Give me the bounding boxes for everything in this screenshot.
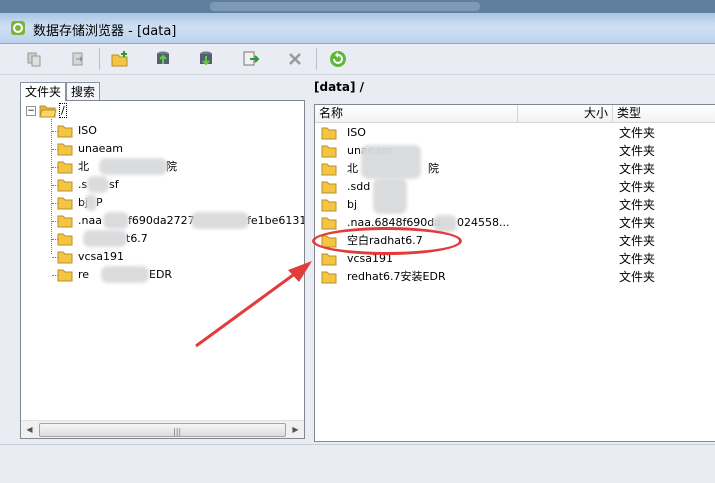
delete-button[interactable] xyxy=(283,47,307,71)
scroll-thumb[interactable]: ||| xyxy=(39,423,286,437)
window-title: 数据存储浏览器 - [data] xyxy=(33,24,177,39)
folder-icon xyxy=(57,197,73,210)
move-file-icon xyxy=(72,52,83,66)
copy-icon xyxy=(27,52,41,67)
folder-icon xyxy=(321,145,337,158)
tree-root-label: / xyxy=(59,103,67,118)
register-vm-button[interactable] xyxy=(239,47,263,71)
tab-folders[interactable]: 文件夹 xyxy=(20,82,67,101)
toolbar-separator xyxy=(316,48,317,70)
tree-connector xyxy=(51,119,52,254)
upload-button[interactable] xyxy=(151,47,175,71)
blurred-region xyxy=(83,230,127,247)
title-bar[interactable]: 数据存储浏览器 - [data] xyxy=(0,13,715,44)
folder-icon xyxy=(57,269,73,282)
current-path: [data] / xyxy=(314,80,365,94)
collapse-toggle[interactable]: − xyxy=(26,106,36,116)
tab-search[interactable]: 搜索 xyxy=(66,82,101,101)
blurred-region xyxy=(433,215,457,232)
folder-icon xyxy=(321,217,337,230)
datastore-icon xyxy=(11,21,25,35)
folder-icon xyxy=(321,127,337,140)
open-folder-icon xyxy=(39,105,57,118)
refresh-button[interactable] xyxy=(326,47,350,71)
folder-icon xyxy=(57,143,73,156)
blurred-region xyxy=(361,145,421,179)
download-button[interactable] xyxy=(194,47,218,71)
folder-icon xyxy=(321,163,337,176)
column-header-name[interactable]: 名称 xyxy=(315,105,518,122)
column-header-type[interactable]: 类型 xyxy=(613,105,715,122)
folder-icon xyxy=(57,179,73,192)
scroll-right-icon[interactable]: ▶ xyxy=(287,421,304,438)
blurred-region xyxy=(87,176,109,193)
folder-icon xyxy=(321,181,337,194)
table-row[interactable]: ISO 文件夹 xyxy=(315,124,715,142)
folder-icon xyxy=(57,215,73,228)
status-bar xyxy=(0,444,715,483)
table-row[interactable]: redhat6.7安装EDR 文件夹 xyxy=(315,268,715,286)
upload-icon xyxy=(157,51,169,64)
scroll-left-icon[interactable]: ◀ xyxy=(21,421,38,438)
toolbar-separator xyxy=(99,48,100,70)
horizontal-scrollbar[interactable]: ◀ ||| ▶ xyxy=(21,420,304,438)
blurred-region xyxy=(101,266,149,283)
list-header: 名称 大小 类型 xyxy=(315,105,715,123)
folder-icon xyxy=(57,125,73,138)
refresh-icon xyxy=(330,51,346,67)
folder-icon xyxy=(321,199,337,212)
download-icon xyxy=(200,51,212,66)
blurred-region xyxy=(99,158,167,175)
file-list[interactable]: 名称 大小 类型 ISO 文件夹 unaeam 文件夹 北 院 文件夹 .sdd… xyxy=(314,104,715,442)
blurred-region xyxy=(191,212,249,229)
folder-tree[interactable]: − / ISO unaeam 北 院 .s sf bj P .naa f690d… xyxy=(20,100,305,439)
blurred-region xyxy=(85,194,97,211)
background-window-strip xyxy=(0,0,715,13)
folder-icon xyxy=(57,251,73,264)
register-icon xyxy=(243,51,260,66)
folder-icon xyxy=(57,233,73,246)
column-header-size[interactable]: 大小 xyxy=(518,105,613,122)
blurred-region xyxy=(373,178,407,214)
copy-button[interactable] xyxy=(22,47,46,71)
toolbar xyxy=(0,44,715,75)
blurred-region xyxy=(210,2,480,11)
move-button[interactable] xyxy=(66,47,90,71)
delete-x-icon xyxy=(289,53,301,65)
folder-icon xyxy=(321,253,337,266)
highlight-circle xyxy=(312,227,462,255)
new-folder-button[interactable] xyxy=(108,47,132,71)
folder-icon xyxy=(57,161,73,174)
folder-icon xyxy=(321,271,337,284)
folder-panel: 文件夹 搜索 − / ISO unaeam 北 院 .s sf bj P .na… xyxy=(12,78,306,440)
new-folder-icon xyxy=(111,51,128,67)
blurred-region xyxy=(103,212,129,229)
